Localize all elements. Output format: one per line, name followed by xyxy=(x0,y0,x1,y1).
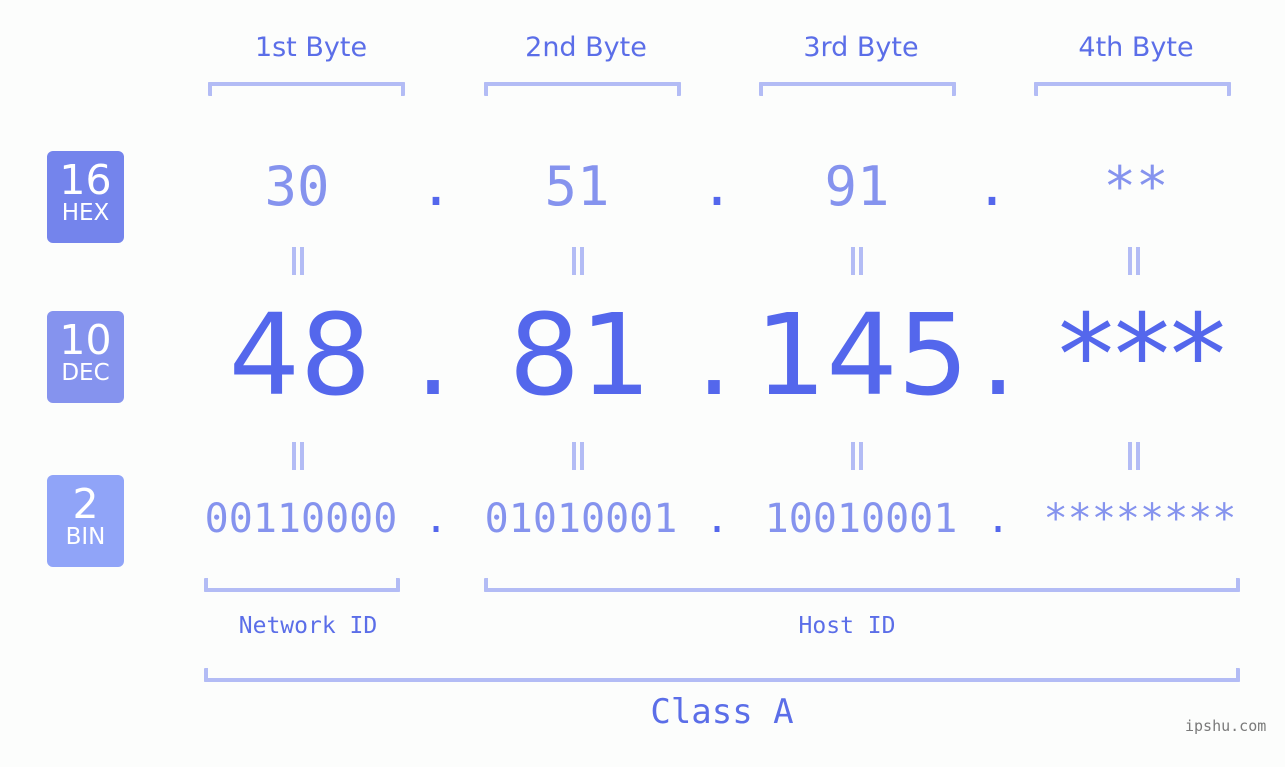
dec-badge-label: DEC xyxy=(61,360,110,386)
class-bracket xyxy=(204,668,1240,682)
equals-icon xyxy=(851,442,863,470)
hex-separator: . xyxy=(700,155,734,218)
dec-separator: . xyxy=(696,291,732,421)
hex-separator: . xyxy=(419,155,453,218)
hex-byte-3: 91 xyxy=(824,155,890,218)
bin-byte-2: 01010001 xyxy=(484,496,678,542)
equals-icon xyxy=(292,247,304,275)
hex-byte-1: 30 xyxy=(264,155,330,218)
equals-icon xyxy=(851,247,863,275)
hex-badge: 16 HEX xyxy=(47,151,124,243)
dec-byte-1: 48 xyxy=(228,291,372,421)
dec-separator: . xyxy=(980,291,1016,421)
equals-icon xyxy=(572,247,584,275)
byte-bracket-3 xyxy=(759,82,956,96)
equals-icon xyxy=(1128,247,1140,275)
dec-badge-base: 10 xyxy=(59,316,112,364)
byte-header-2: 2nd Byte xyxy=(525,32,647,63)
network-id-bracket xyxy=(204,578,400,592)
bin-byte-1: 00110000 xyxy=(204,496,398,542)
byte-header-3: 3rd Byte xyxy=(803,32,919,63)
dec-byte-3: 145 xyxy=(755,291,969,421)
bin-separator: . xyxy=(423,496,449,542)
byte-header-4: 4th Byte xyxy=(1078,32,1194,63)
byte-header-1: 1st Byte xyxy=(254,32,368,63)
class-label: Class A xyxy=(650,692,794,732)
host-id-bracket xyxy=(484,578,1240,592)
byte-bracket-1 xyxy=(208,82,405,96)
bin-byte-3: 10010001 xyxy=(764,496,958,542)
equals-icon xyxy=(292,442,304,470)
bin-byte-4: ******** xyxy=(1043,496,1237,542)
equals-icon xyxy=(1128,442,1140,470)
dec-badge: 10 DEC xyxy=(47,311,124,403)
byte-bracket-4 xyxy=(1034,82,1231,96)
host-id-label: Host ID xyxy=(798,613,896,639)
hex-badge-label: HEX xyxy=(61,200,110,226)
hex-badge-base: 16 xyxy=(59,156,112,204)
equals-icon xyxy=(572,442,584,470)
hex-byte-4: ** xyxy=(1103,155,1169,218)
bin-badge: 2 BIN xyxy=(47,475,124,567)
hex-separator: . xyxy=(975,155,1009,218)
dec-byte-2: 81 xyxy=(508,291,652,421)
byte-bracket-2 xyxy=(484,82,681,96)
dec-separator: . xyxy=(415,291,451,421)
dec-byte-4: *** xyxy=(1058,291,1226,421)
hex-byte-2: 51 xyxy=(544,155,610,218)
network-id-label: Network ID xyxy=(238,613,378,639)
watermark: ipshu.com xyxy=(1185,717,1267,735)
bin-badge-base: 2 xyxy=(72,480,99,528)
bin-badge-label: BIN xyxy=(65,524,106,550)
